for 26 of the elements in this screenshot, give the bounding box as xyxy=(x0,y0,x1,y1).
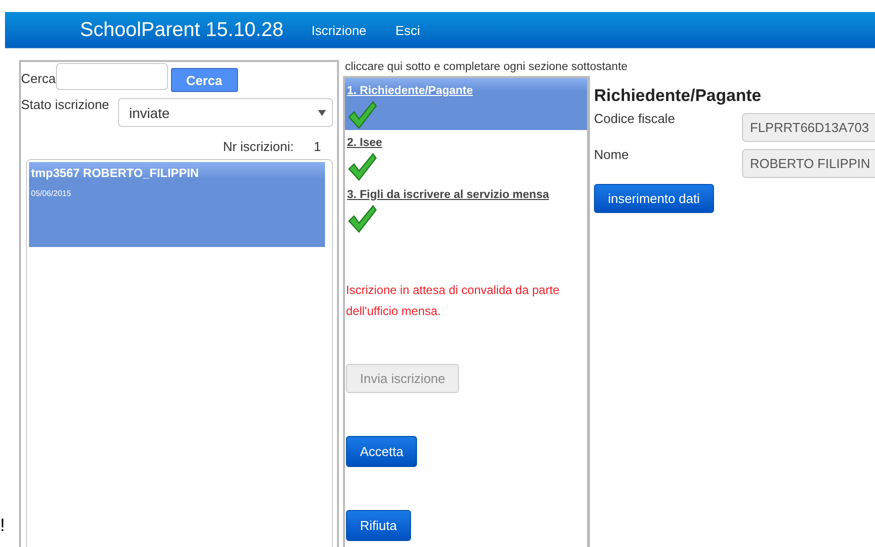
step-item[interactable]: 2. Isee xyxy=(345,130,587,182)
app-title: SchoolParent 15.10.28 xyxy=(80,18,284,42)
field-label: Codice fiscale xyxy=(594,111,676,128)
input-field[interactable]: ROBERTO FILIPPIN xyxy=(742,149,875,178)
caret-icon xyxy=(318,110,326,116)
search-button[interactable]: Cerca xyxy=(170,68,238,92)
search-field[interactable] xyxy=(56,62,168,90)
input-field[interactable]: FLPRRT66D13A703 xyxy=(742,113,875,142)
step-item[interactable]: 3. Figli da iscrivere al servizio mensa xyxy=(345,182,587,234)
nav-link[interactable]: Iscrizione xyxy=(312,22,366,38)
status-dropdown[interactable]: inviate xyxy=(118,98,333,127)
action-button[interactable]: Rifiuta xyxy=(346,510,411,541)
count-label: Nr iscrizioni: xyxy=(222,139,294,154)
count-value: 1 xyxy=(314,139,321,154)
registration-item[interactable]: tmp3567 ROBERTO_FILIPPIN 05/06/2015 xyxy=(29,162,325,247)
data-entry-button[interactable]: inserimento dati xyxy=(594,184,714,213)
search-label: Cerca xyxy=(21,70,56,86)
cut-off-text: ! xyxy=(0,515,6,536)
action-button[interactable]: Accetta xyxy=(346,436,418,467)
status-label: Stato iscrizione xyxy=(21,97,110,112)
nav-link[interactable]: Esci xyxy=(395,22,420,38)
instruction-text: cliccare qui sotto e completare ogni sezione sottostante xyxy=(345,61,628,73)
step-item[interactable]: 1. Richiedente/Pagante xyxy=(345,78,587,130)
section-title: Richiedente/Pagante xyxy=(594,86,762,106)
field-label: Nome xyxy=(594,147,630,164)
status-message: Iscrizione in attesa di convalida da parte dell'ufficio mensa. xyxy=(346,282,560,320)
